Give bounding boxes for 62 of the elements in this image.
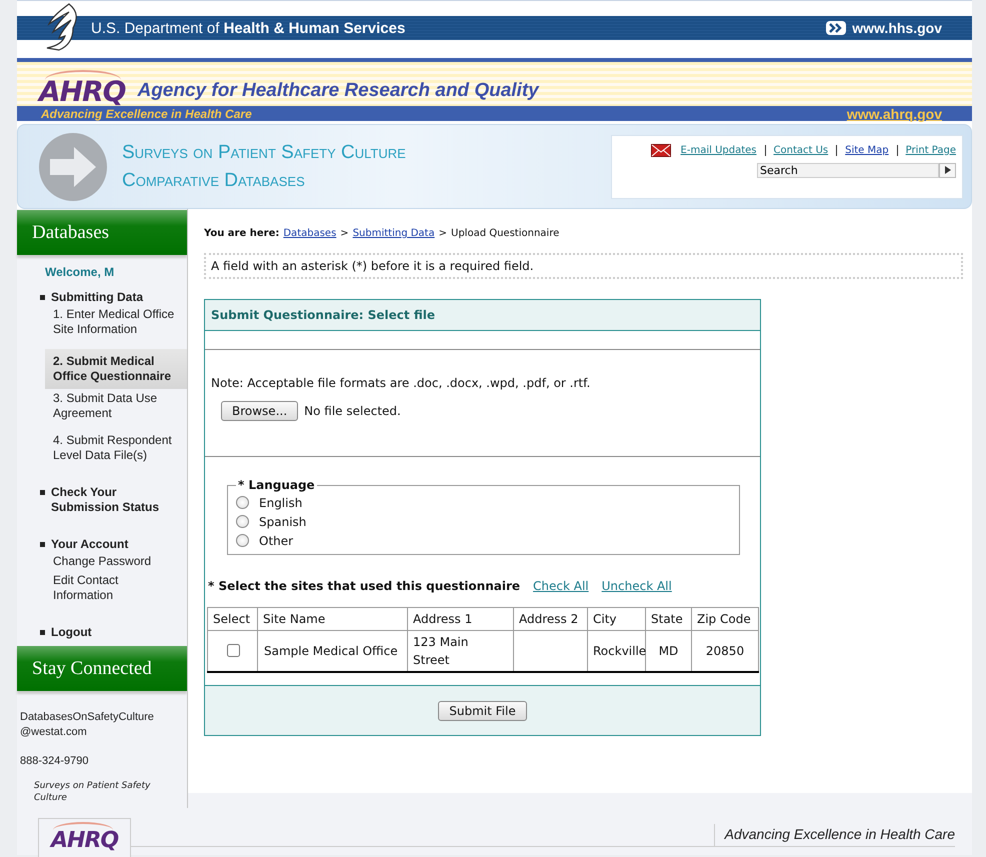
table-cell: Rockville (588, 630, 646, 672)
language-option: Other (259, 534, 294, 548)
breadcrumb-link[interactable]: Databases (283, 228, 336, 239)
footer-tagline: Advancing Excellence in Health Care (714, 824, 955, 846)
sidebar-item[interactable]: 1. Enter Medical Office Site Information (17, 307, 187, 337)
agency-link[interactable]: www.ahrq.gov (846, 106, 942, 122)
email-address: DatabasesOnSafetyCulture@westat.com (20, 710, 155, 740)
table-cell: MD (646, 630, 692, 672)
breadcrumb-label: You are here: (204, 228, 280, 239)
search-field[interactable]: Search (757, 162, 939, 178)
breadcrumb-separator: > (438, 228, 447, 239)
sidebar-item[interactable]: Edit Contact Information (17, 573, 187, 603)
column-header: Zip Code (692, 608, 758, 630)
header-link[interactable]: Site Map (845, 144, 889, 156)
hhs-link[interactable]: www.hhs.gov (826, 20, 942, 36)
column-header: Address 1 (408, 608, 514, 630)
language-option: Spanish (259, 514, 306, 528)
column-header: City (588, 608, 646, 630)
sidebar-item[interactable]: 4. Submit Respondent Level Data File(s) (17, 433, 187, 463)
language-option: English (259, 496, 302, 510)
breadcrumb-current: Upload Questionnaire (451, 228, 560, 239)
form-title: Submit Questionnaire: Select file (205, 300, 760, 331)
select-link[interactable]: Check All (533, 579, 589, 593)
column-header: Select (208, 608, 258, 630)
department-title: U.S. Department of Health & Human Services (91, 20, 406, 36)
table-cell: Sample Medical Office (258, 630, 408, 672)
header-link[interactable]: E-mail Updates (680, 144, 756, 156)
banner-title: Surveys on Patient Safety Culture (122, 140, 406, 164)
header-link[interactable]: Contact Us (774, 144, 828, 156)
phone-number: 888-324-9790 (20, 754, 90, 769)
table-cell: 123 Main Street (408, 630, 514, 672)
browse-button[interactable]: Browse... (221, 401, 298, 421)
table-cell: 20850 (692, 630, 758, 672)
footer-logo: AHRQ (38, 818, 132, 857)
column-header: State (646, 608, 692, 630)
select-link[interactable]: Uncheck All (602, 579, 672, 593)
file-status: No file selected. (304, 404, 401, 418)
language-legend: * Language (236, 478, 317, 492)
sidebar-section-link[interactable]: Logout (51, 625, 92, 640)
agency-logo: AHRQ (39, 70, 130, 106)
breadcrumb-link[interactable]: Submitting Data (352, 228, 435, 239)
caption-text: Surveys on Patient Safety Culture (34, 780, 152, 804)
breadcrumb-separator: > (340, 228, 349, 239)
banner-title: Comparative Databases (122, 168, 306, 192)
column-header: Site Name (258, 608, 408, 630)
file-format-note: Note: Acceptable file formats are .doc, .docx, .wpd, .pdf, or .rtf. (211, 376, 592, 390)
header-link[interactable]: Print Page (906, 144, 956, 156)
sidebar-item[interactable]: 3. Submit Data Use Agreement (17, 391, 187, 421)
sidebar-item[interactable]: Change Password (17, 554, 187, 569)
agency-name: Agency for Healthcare Research and Quality (137, 80, 539, 102)
submit-button[interactable]: Submit File (438, 700, 527, 720)
agency-tagline: Advancing Excellence in Health Care (41, 106, 252, 120)
sidebar-section-link[interactable]: Check Your Submission Status (51, 485, 187, 515)
sidebar-section-link[interactable]: Your Account (51, 537, 128, 552)
sites-prompt: * Select the sites that used this questionnaire (208, 579, 520, 593)
required-field-note: A field with an asterisk (*) before it is a required field. (204, 253, 963, 279)
sidebar-item[interactable]: 2. Submit Medical Office Questionnaire (45, 349, 187, 389)
welcome-text: Welcome, M (45, 265, 116, 279)
sidebar-section-link[interactable]: Submitting Data (51, 290, 143, 305)
column-header: Address 2 (514, 608, 588, 630)
sidebar-heading: Databases (17, 210, 187, 255)
sidebar-heading: Stay Connected (17, 646, 187, 691)
